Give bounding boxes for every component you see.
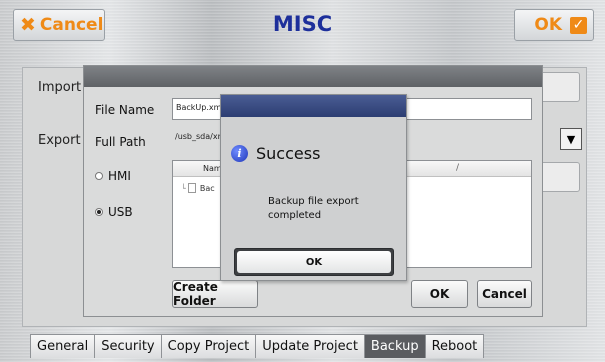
success-message: Backup file export completed [268, 196, 359, 221]
radio-usb[interactable]: USB [95, 205, 133, 219]
dialog-ok-button[interactable]: OK [411, 280, 468, 308]
success-ok-button[interactable]: OK [234, 248, 394, 276]
export-field[interactable] [540, 162, 580, 192]
column-header-path: / [456, 163, 460, 173]
info-icon: i [231, 145, 248, 162]
success-modal: i Success Backup file export completed O… [220, 94, 407, 281]
ok-button[interactable]: OK ✓ [514, 9, 594, 41]
tab-general[interactable]: General [30, 334, 96, 358]
tab-copy-project[interactable]: Copy Project [160, 334, 257, 358]
create-folder-button[interactable]: Create Folder [172, 280, 258, 308]
triangle-down-icon: ▼ [566, 132, 576, 146]
top-bar: ✖ Cancel MISC OK ✓ [0, 0, 605, 50]
radio-hmi[interactable]: HMI [95, 169, 131, 183]
full-path-value: /usb_sda/xm [175, 132, 222, 141]
tab-update-project[interactable]: Update Project [255, 334, 365, 358]
list-item-label: Bac [199, 183, 215, 193]
tab-bar: General Security Copy Project Update Pro… [30, 334, 485, 358]
file-dialog-titlebar [84, 66, 542, 87]
export-label: Export [38, 133, 81, 148]
tab-reboot[interactable]: Reboot [424, 334, 485, 358]
tab-backup[interactable]: Backup [363, 334, 426, 358]
success-title: Success [256, 144, 321, 163]
full-path-label: Full Path [95, 135, 146, 149]
radio-hmi-indicator [95, 172, 103, 180]
radio-hmi-label: HMI [108, 169, 131, 183]
success-ok-label: OK [237, 251, 391, 273]
success-modal-heading: i Success [231, 144, 320, 163]
radio-usb-indicator [95, 208, 103, 216]
success-modal-titlebar [221, 95, 406, 117]
tab-security[interactable]: Security [94, 334, 162, 358]
file-name-label: File Name [95, 103, 155, 117]
tree-branch-icon: └ [181, 183, 186, 193]
ok-button-label: OK [534, 15, 562, 35]
dialog-cancel-button[interactable]: Cancel [477, 280, 532, 308]
import-field[interactable] [540, 72, 580, 102]
file-icon [187, 183, 196, 193]
checkmark-icon: ✓ [570, 16, 587, 34]
radio-usb-label: USB [108, 205, 133, 219]
export-dropdown-button[interactable]: ▼ [560, 128, 582, 150]
list-item[interactable]: └ Bac [181, 183, 215, 193]
import-label: Import [38, 80, 82, 95]
